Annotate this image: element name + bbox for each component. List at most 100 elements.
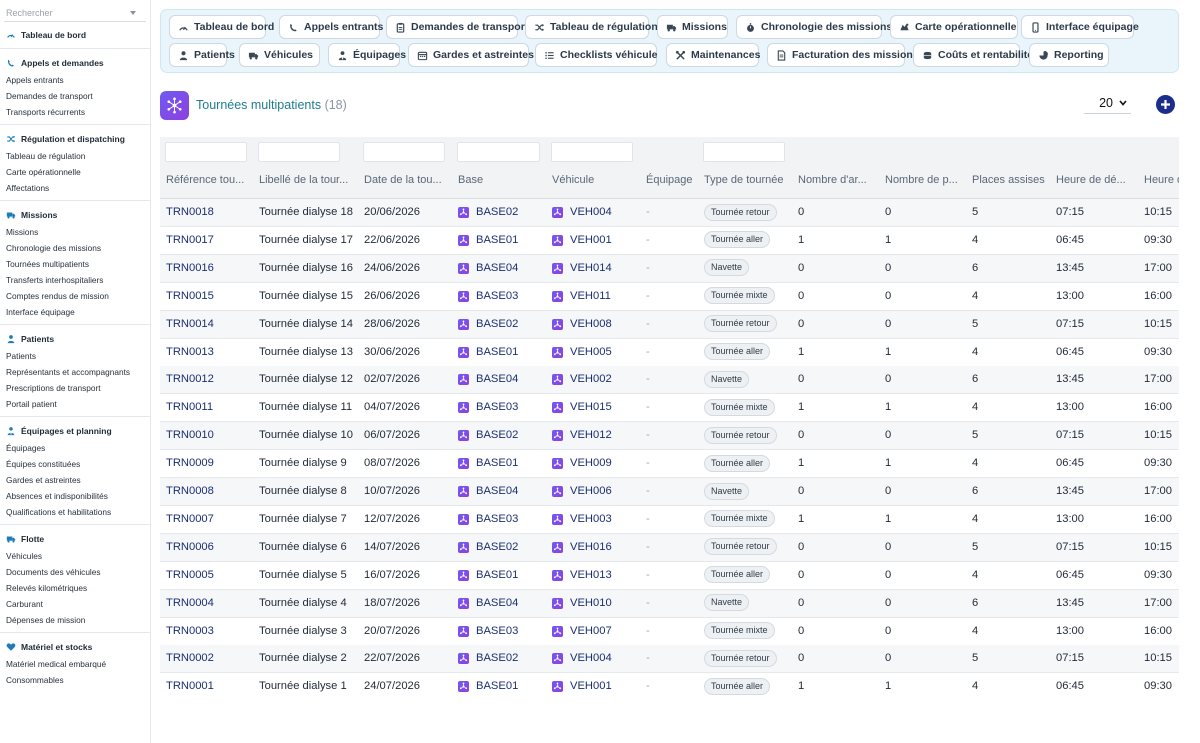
sidebar-item[interactable]: Tableau de régulation: [0, 148, 150, 164]
route-reference-link[interactable]: TRN0015: [166, 283, 254, 310]
sidebar-item[interactable]: Matériel medical embarqué: [0, 656, 150, 672]
table-row[interactable]: TRN0012 Tournée dialyse 12 02/07/2026 BASE…: [160, 366, 1179, 395]
sidebar-item[interactable]: Interface équipage: [0, 304, 150, 320]
sidebar-item[interactable]: Missions: [0, 224, 150, 240]
table-row[interactable]: TRN0009 Tournée dialyse 9 08/07/2026 BASE0…: [160, 450, 1179, 479]
sidebar-item[interactable]: Carte opérationnelle: [0, 164, 150, 180]
base-link[interactable]: BASE03: [458, 283, 548, 310]
vehicle-link[interactable]: VEH011: [552, 283, 642, 310]
sidebar-item[interactable]: Tournées multipatients: [0, 256, 150, 272]
route-reference-link[interactable]: TRN0018: [166, 199, 254, 226]
sidebar-item[interactable]: Dépenses de mission: [0, 612, 150, 628]
nav-button[interactable]: Facturation des missions: [767, 43, 919, 67]
base-link[interactable]: BASE03: [458, 506, 548, 533]
base-link[interactable]: BASE01: [458, 450, 548, 477]
sidebar-group-header[interactable]: Flotte: [0, 530, 150, 548]
sidebar-item-dashboard[interactable]: Tableau de bord: [0, 26, 150, 44]
sidebar-item[interactable]: Comptes rendus de mission: [0, 288, 150, 304]
sidebar-item[interactable]: Documents des véhicules: [0, 564, 150, 580]
column-header[interactable]: Date de la tou...: [364, 169, 454, 199]
base-link[interactable]: BASE01: [458, 339, 548, 366]
base-link[interactable]: BASE04: [458, 478, 548, 505]
base-link[interactable]: BASE01: [458, 673, 548, 699]
nav-button[interactable]: Équipages: [328, 43, 406, 67]
nav-button[interactable]: Checklists véhicule: [535, 43, 657, 67]
base-link[interactable]: BASE02: [458, 645, 548, 672]
vehicle-link[interactable]: VEH004: [552, 645, 642, 672]
sidebar-item[interactable]: Gardes et astreintes: [0, 472, 150, 488]
table-row[interactable]: TRN0010 Tournée dialyse 10 06/07/2026 BASE…: [160, 422, 1179, 451]
base-link[interactable]: BASE04: [458, 590, 548, 617]
column-header[interactable]: Heure d: [1144, 169, 1179, 199]
table-row[interactable]: TRN0008 Tournée dialyse 8 10/07/2026 BASE0…: [160, 478, 1179, 506]
vehicle-link[interactable]: VEH001: [552, 227, 642, 254]
nav-button[interactable]: Chronologie des missions: [736, 15, 892, 39]
route-reference-link[interactable]: TRN0013: [166, 339, 254, 366]
sidebar-item[interactable]: Chronologie des missions: [0, 240, 150, 256]
nav-button[interactable]: Gardes et astreintes: [408, 43, 534, 67]
sidebar-item[interactable]: Représentants et accompagnants: [0, 364, 150, 380]
route-reference-link[interactable]: TRN0005: [166, 562, 254, 589]
base-link[interactable]: BASE04: [458, 255, 548, 282]
vehicle-link[interactable]: VEH008: [552, 311, 642, 338]
nav-button[interactable]: Appels entrants: [279, 15, 383, 39]
table-row[interactable]: TRN0017 Tournée dialyse 17 22/06/2026 BASE…: [160, 227, 1179, 255]
column-header[interactable]: Équipage: [646, 169, 702, 199]
vehicle-link[interactable]: VEH014: [552, 255, 642, 282]
chevron-down-icon[interactable]: [130, 10, 136, 15]
nav-button[interactable]: Tableau de régulation: [525, 15, 658, 39]
route-reference-link[interactable]: TRN0001: [166, 673, 254, 699]
column-header[interactable]: Nombre d'ar...: [798, 169, 880, 199]
sidebar-group-header[interactable]: Équipages et planning: [0, 422, 150, 440]
sidebar-item[interactable]: Transports récurrents: [0, 104, 150, 120]
route-reference-link[interactable]: TRN0006: [166, 534, 254, 561]
table-row[interactable]: TRN0013 Tournée dialyse 13 30/06/2026 BASE…: [160, 339, 1179, 367]
vehicle-link[interactable]: VEH015: [552, 394, 642, 421]
table-row[interactable]: TRN0003 Tournée dialyse 3 20/07/2026 BASE0…: [160, 618, 1179, 646]
table-row[interactable]: TRN0004 Tournée dialyse 4 18/07/2026 BASE0…: [160, 589, 1179, 618]
vehicle-link[interactable]: VEH006: [552, 478, 642, 505]
column-filter-input[interactable]: [457, 142, 540, 162]
sidebar-item[interactable]: Équipes constituées: [0, 456, 150, 472]
sidebar-item[interactable]: Appels entrants: [0, 72, 150, 88]
vehicle-link[interactable]: VEH003: [552, 506, 642, 533]
table-row[interactable]: TRN0011 Tournée dialyse 11 04/07/2026 BASE…: [160, 394, 1179, 423]
vehicle-link[interactable]: VEH016: [552, 534, 642, 561]
nav-button[interactable]: Coûts et rentabilité: [913, 43, 1033, 67]
vehicle-link[interactable]: VEH007: [552, 618, 642, 645]
table-row[interactable]: TRN0001 Tournée dialyse 1 24/07/2026 BASE0…: [160, 673, 1179, 699]
sidebar-item[interactable]: Absences et indisponibilités: [0, 488, 150, 504]
sidebar-item[interactable]: Relevés kilométriques: [0, 580, 150, 596]
add-button[interactable]: [1156, 95, 1175, 114]
sidebar-item[interactable]: Patients: [0, 348, 150, 364]
nav-button[interactable]: Reporting: [1029, 43, 1109, 67]
vehicle-link[interactable]: VEH005: [552, 339, 642, 366]
sidebar-item[interactable]: Portail patient: [0, 396, 150, 412]
nav-button[interactable]: Interface équipage: [1021, 15, 1139, 39]
sidebar-item[interactable]: Équipages: [0, 440, 150, 456]
route-reference-link[interactable]: TRN0004: [166, 590, 254, 617]
column-filter-input[interactable]: [363, 142, 445, 162]
vehicle-link[interactable]: VEH009: [552, 450, 642, 477]
table-row[interactable]: TRN0007 Tournée dialyse 7 12/07/2026 BASE0…: [160, 506, 1179, 534]
table-row[interactable]: TRN0006 Tournée dialyse 6 14/07/2026 BASE0…: [160, 533, 1179, 562]
column-header[interactable]: Véhicule: [552, 169, 642, 199]
route-reference-link[interactable]: TRN0012: [166, 366, 254, 393]
sidebar-item[interactable]: Véhicules: [0, 548, 150, 564]
nav-button[interactable]: Patients: [169, 43, 235, 67]
column-filter-input[interactable]: [258, 142, 340, 162]
table-row[interactable]: TRN0016 Tournée dialyse 16 24/06/2026 BASE…: [160, 254, 1179, 283]
table-row[interactable]: TRN0005 Tournée dialyse 5 16/07/2026 BASE0…: [160, 562, 1179, 590]
sidebar-group-header[interactable]: Matériel et stocks: [0, 638, 150, 656]
base-link[interactable]: BASE02: [458, 199, 548, 226]
vehicle-link[interactable]: VEH001: [552, 673, 642, 699]
base-link[interactable]: BASE03: [458, 618, 548, 645]
column-header[interactable]: Référence tou...: [166, 169, 254, 199]
base-link[interactable]: BASE04: [458, 366, 548, 393]
page-size-select[interactable]: 20: [1084, 93, 1131, 114]
sidebar-item[interactable]: Transferts interhospitaliers: [0, 272, 150, 288]
route-reference-link[interactable]: TRN0003: [166, 618, 254, 645]
column-header[interactable]: Base: [458, 169, 548, 199]
nav-button[interactable]: Tableau de bord: [169, 15, 274, 39]
table-row[interactable]: TRN0002 Tournée dialyse 2 22/07/2026 BASE0…: [160, 645, 1179, 674]
